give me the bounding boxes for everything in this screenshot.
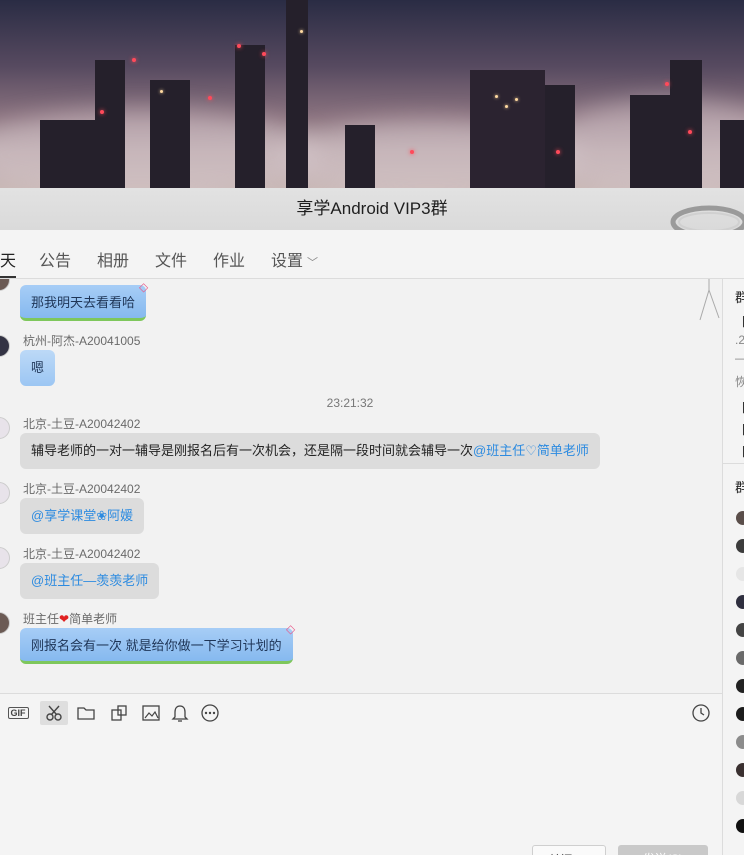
tab-homework[interactable]: 作业 — [213, 247, 245, 271]
sender-role: 班主任 — [23, 612, 60, 626]
sender-name[interactable]: 北京-土豆-A20042402 — [23, 545, 140, 562]
avatar[interactable] — [0, 279, 10, 291]
message-bubble[interactable]: @班主任—羡羡老师 — [20, 563, 160, 599]
message-text: 辅导老师的一对一辅导是刚报名后有一次机会，还是隔一段时间就会辅导一次 — [31, 443, 474, 458]
avatar[interactable] — [0, 335, 10, 357]
avatar[interactable] — [0, 482, 10, 504]
chat-message-list[interactable]: 那我明天去看看哈 ◇ 杭州-阿杰-A20041005 嗯 23:21:32 北京… — [0, 279, 722, 693]
gif-icon[interactable]: GIF — [6, 701, 30, 725]
clock-icon[interactable] — [689, 701, 713, 725]
member-avatar[interactable] — [736, 651, 744, 665]
close-button[interactable]: 关闭(C) — [532, 845, 606, 855]
message-bubble[interactable]: 嗯 — [20, 350, 56, 386]
group-tabs: 天 公告 相册 文件 作业 设置 ﹀ — [0, 230, 744, 279]
announcement-header: 群 — [735, 287, 744, 306]
kite-decoration-icon: ◇ — [286, 622, 296, 636]
mention-link[interactable]: @班主任♡简单老师 — [473, 443, 589, 458]
divider — [723, 463, 744, 464]
member-avatar[interactable] — [736, 511, 744, 525]
announcement-line: 【/ — [735, 313, 744, 330]
sender-name[interactable]: 北京-土豆-A20042402 — [23, 480, 140, 497]
member-avatar[interactable] — [736, 595, 744, 609]
window-title: 享学Android VIP3群 — [296, 199, 448, 218]
member-avatar[interactable] — [736, 819, 744, 833]
message-text: 嗯 — [31, 360, 45, 375]
message-timestamp: 23:21:32 — [326, 396, 374, 410]
avatar[interactable] — [0, 417, 10, 439]
announcement-line: 【. — [735, 399, 744, 416]
message-text: 那我明天去看看哈 — [31, 295, 136, 310]
announcement-line: 恢 — [735, 373, 744, 390]
avatar[interactable] — [0, 547, 10, 569]
member-avatar[interactable] — [736, 679, 744, 693]
message-bubble[interactable]: 辅导老师的一对一辅导是刚报名后有一次机会，还是隔一段时间就会辅导一次@班主任♡简… — [20, 433, 600, 469]
sender-name[interactable]: 班主任❤简单老师 — [23, 610, 117, 627]
group-side-panel: 群 【/ .2 — 恢 【. 【. 【. 群 — [722, 279, 744, 855]
more-icon[interactable] — [198, 701, 222, 725]
message-text: 刚报名会有一次 就是给你做一下学习计划的 — [31, 638, 282, 653]
message-input[interactable]: 关闭(C) 发送(S) — [0, 731, 722, 855]
heart-icon: ❤ — [59, 612, 70, 626]
bell-icon[interactable] — [168, 701, 192, 725]
sender-name[interactable]: 北京-土豆-A20042402 — [23, 415, 140, 432]
tab-active-indicator — [0, 276, 16, 278]
tab-settings-label: 设置 — [271, 253, 304, 270]
member-avatar[interactable] — [736, 567, 744, 581]
tab-settings[interactable]: 设置 ﹀ — [271, 247, 318, 271]
announcement-line: .2 — [735, 333, 744, 347]
send-button[interactable]: 发送(S) — [618, 845, 708, 855]
member-avatar[interactable] — [736, 707, 744, 721]
mention-link[interactable]: @享学课堂❀阿媛 — [31, 508, 133, 523]
tab-chat[interactable]: 天 — [0, 247, 16, 271]
chevron-down-icon: ﹀ — [307, 257, 319, 269]
title-bar: 享学Android VIP3群 — [0, 188, 744, 230]
folder-icon[interactable] — [74, 701, 98, 725]
member-avatar[interactable] — [736, 623, 744, 637]
kite-decoration-icon: ◇ — [139, 280, 149, 294]
message-bubble[interactable]: @享学课堂❀阿媛 — [20, 498, 145, 534]
tab-album[interactable]: 相册 — [97, 247, 129, 271]
member-avatar[interactable] — [736, 735, 744, 749]
members-header: 群 — [735, 477, 744, 496]
sender-name[interactable]: 杭州-阿杰-A20041005 — [23, 332, 140, 349]
tab-files[interactable]: 文件 — [155, 247, 187, 271]
avatar[interactable] — [0, 612, 10, 634]
announcement-line: 【. — [735, 443, 744, 460]
message-bubble[interactable]: 刚报名会有一次 就是给你做一下学习计划的 — [20, 628, 293, 664]
group-banner — [0, 0, 744, 190]
scissors-icon[interactable] — [40, 701, 68, 725]
sender-nickname: 简单老师 — [69, 612, 118, 626]
tab-announcement[interactable]: 公告 — [39, 247, 71, 271]
image-icon[interactable] — [139, 701, 163, 725]
mention-link[interactable]: @班主任—羡羡老师 — [31, 573, 148, 588]
announcement-line: 【. — [735, 421, 744, 438]
input-toolbar: GIF — [0, 693, 722, 731]
message-bubble[interactable]: 那我明天去看看哈 — [20, 285, 147, 321]
member-avatar[interactable] — [736, 539, 744, 553]
member-avatar[interactable] — [736, 791, 744, 805]
dice-icon[interactable] — [107, 701, 131, 725]
announcement-line: — — [735, 351, 744, 365]
member-avatar[interactable] — [736, 763, 744, 777]
